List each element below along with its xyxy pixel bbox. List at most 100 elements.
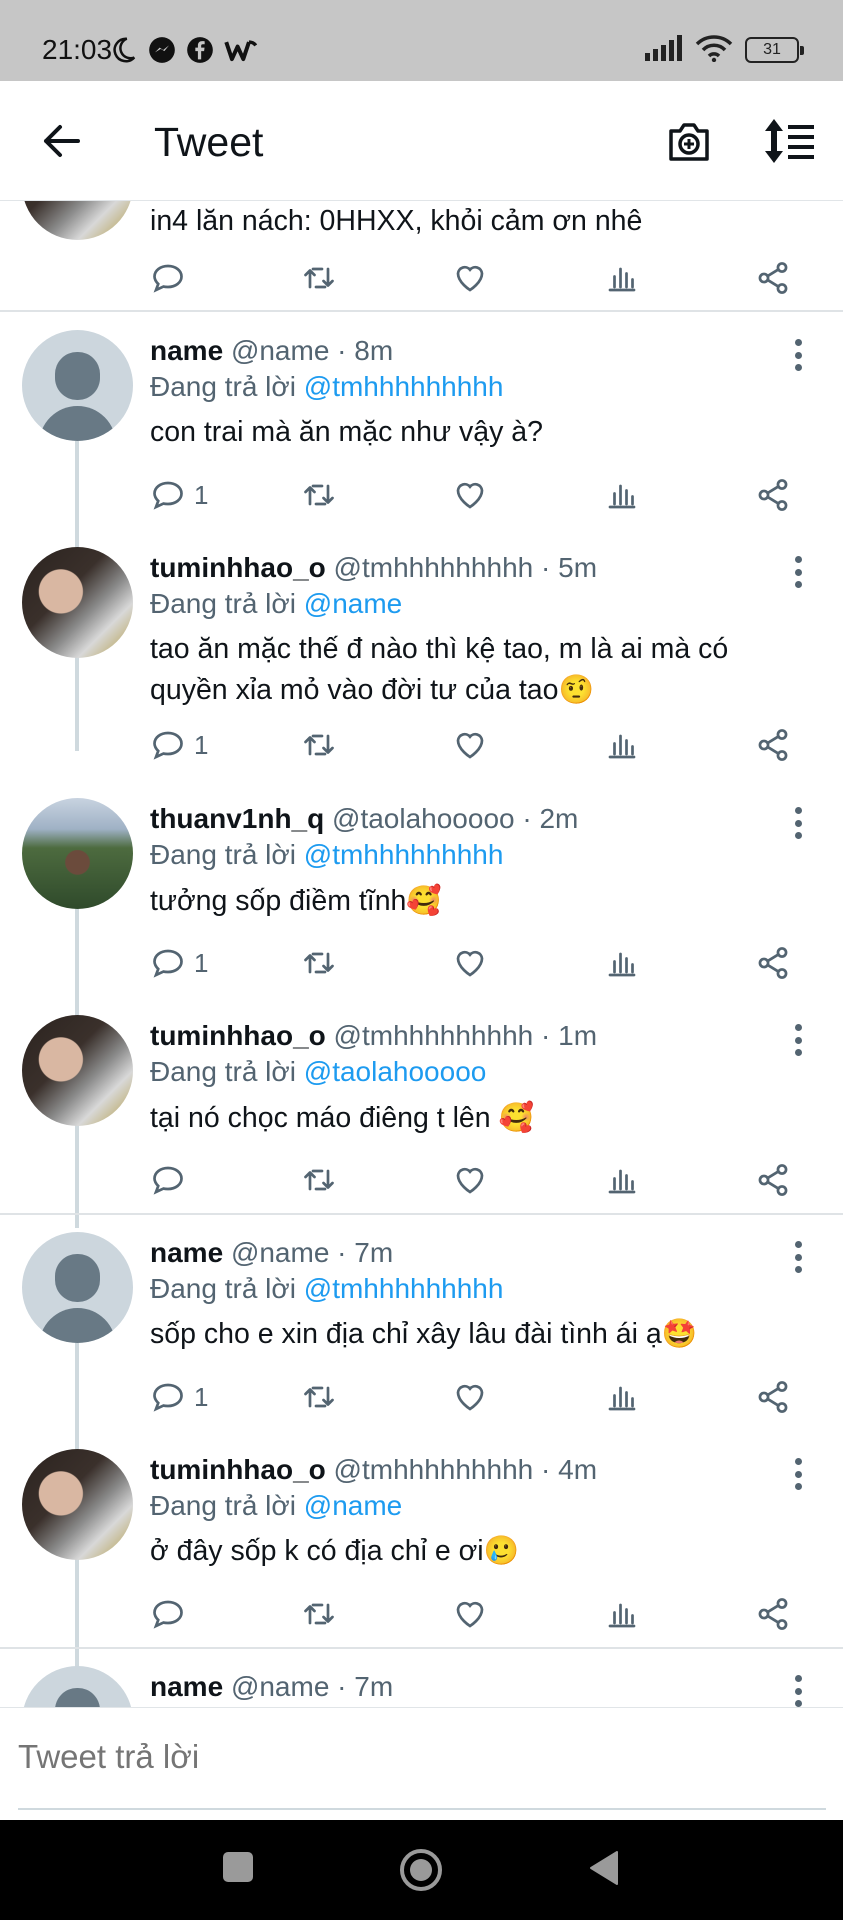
- more-options-icon[interactable]: [790, 1237, 806, 1277]
- reply-context: Đang trả lời @tmhhhhhhhhh: [150, 1273, 503, 1305]
- user-handle[interactable]: @tmhhhhhhhhh: [334, 1454, 534, 1485]
- user-handle[interactable]: @tmhhhhhhhhh: [334, 1020, 534, 1051]
- like-button[interactable]: [452, 1592, 488, 1636]
- more-options-icon[interactable]: [790, 335, 806, 375]
- status-time: 21:03: [42, 34, 113, 65]
- reply-count: 1: [194, 1381, 209, 1412]
- tweet-text: tao ăn mặc thế đ nào thì kệ tao, m là ai…: [150, 633, 729, 706]
- user-handle[interactable]: @name: [231, 335, 329, 366]
- reply-button[interactable]: 1: [150, 473, 208, 517]
- mention-link[interactable]: @name: [304, 588, 402, 619]
- mention-link[interactable]: @tmhhhhhhhhh: [304, 1273, 504, 1304]
- tweet-time: 1m: [558, 1020, 598, 1051]
- avatar[interactable]: [22, 1232, 133, 1343]
- more-options-icon[interactable]: [790, 1020, 806, 1060]
- retweet-button[interactable]: [301, 723, 337, 767]
- tweet-time: 7m: [354, 1237, 394, 1268]
- like-button[interactable]: [452, 723, 488, 767]
- mention-link[interactable]: @taolahooooo: [304, 1056, 487, 1087]
- time-separator: ·: [533, 1020, 559, 1051]
- avatar[interactable]: [22, 330, 133, 441]
- home-circle-icon[interactable]: [398, 1847, 444, 1898]
- share-button[interactable]: [755, 473, 791, 517]
- display-name[interactable]: name: [150, 1671, 223, 1702]
- analytics-button[interactable]: [604, 256, 640, 300]
- mention-link[interactable]: @tmhhhhhhhhh: [304, 839, 504, 870]
- more-options-icon[interactable]: [790, 1454, 806, 1494]
- display-name[interactable]: tuminhhao_o: [150, 1454, 326, 1485]
- reply-context: Đang trả lời @tmhhhhhhhhh: [150, 839, 503, 871]
- reply-prefix: Đang trả lời: [150, 839, 296, 870]
- display-name[interactable]: name: [150, 1237, 223, 1268]
- tweet-actions: 1: [0, 941, 843, 985]
- tweet-time: 7m: [354, 1671, 394, 1702]
- retweet-button[interactable]: [301, 256, 337, 300]
- reply-input[interactable]: [18, 1738, 798, 1776]
- share-button[interactable]: [755, 723, 791, 767]
- avatar[interactable]: [22, 1449, 133, 1560]
- share-button[interactable]: [755, 256, 791, 300]
- camera-plus-icon[interactable]: [665, 117, 713, 165]
- like-button[interactable]: [452, 1158, 488, 1202]
- reply-button[interactable]: 1: [150, 1375, 208, 1419]
- analytics-button[interactable]: [604, 1592, 640, 1636]
- share-button[interactable]: [755, 941, 791, 985]
- reply-button[interactable]: [150, 1158, 194, 1202]
- time-separator: ·: [533, 552, 559, 583]
- more-options-icon[interactable]: [790, 552, 806, 592]
- more-options-icon[interactable]: [790, 1671, 806, 1707]
- divider: [0, 1213, 843, 1215]
- display-name[interactable]: name: [150, 335, 223, 366]
- avatar[interactable]: [22, 201, 133, 240]
- tweet-actions: 1: [0, 723, 843, 767]
- user-handle[interactable]: @tmhhhhhhhhh: [334, 552, 534, 583]
- back-triangle-icon[interactable]: [587, 1850, 621, 1891]
- back-arrow-icon[interactable]: [38, 117, 86, 165]
- analytics-button[interactable]: [604, 473, 640, 517]
- mention-link[interactable]: @tmhhhhhhhhh: [304, 371, 504, 402]
- divider: [0, 310, 843, 312]
- reply-prefix: Đang trả lời: [150, 1273, 296, 1304]
- like-button[interactable]: [452, 941, 488, 985]
- retweet-button[interactable]: [301, 1375, 337, 1419]
- reply-button[interactable]: [150, 1592, 194, 1636]
- reply-button[interactable]: 1: [150, 941, 208, 985]
- share-button[interactable]: [755, 1158, 791, 1202]
- like-button[interactable]: [452, 473, 488, 517]
- recents-square-icon[interactable]: [221, 1850, 255, 1889]
- tweet-actions: 1: [0, 1375, 843, 1419]
- display-name[interactable]: thuanv1nh_q: [150, 803, 324, 834]
- tweet-time: 5m: [558, 552, 598, 583]
- like-button[interactable]: [452, 1375, 488, 1419]
- retweet-button[interactable]: [301, 1592, 337, 1636]
- user-handle[interactable]: @name: [231, 1671, 329, 1702]
- user-handle[interactable]: @taolahooooo: [332, 803, 515, 834]
- more-options-icon[interactable]: [790, 803, 806, 843]
- analytics-button[interactable]: [604, 941, 640, 985]
- time-separator: ·: [533, 1454, 559, 1485]
- share-button[interactable]: [755, 1592, 791, 1636]
- mention-link[interactable]: @name: [304, 1490, 402, 1521]
- retweet-button[interactable]: [301, 473, 337, 517]
- analytics-button[interactable]: [604, 723, 640, 767]
- display-name[interactable]: tuminhhao_o: [150, 1020, 326, 1051]
- avatar[interactable]: [22, 1015, 133, 1126]
- display-name[interactable]: tuminhhao_o: [150, 552, 326, 583]
- analytics-button[interactable]: [604, 1375, 640, 1419]
- retweet-button[interactable]: [301, 941, 337, 985]
- avatar[interactable]: [22, 798, 133, 909]
- reply-button[interactable]: [150, 256, 186, 300]
- reply-button[interactable]: 1: [150, 723, 208, 767]
- reply-context: Đang trả lời @name: [150, 588, 402, 620]
- user-handle[interactable]: @name: [231, 1237, 329, 1268]
- avatar[interactable]: [22, 1666, 133, 1707]
- reply-feed[interactable]: in4 lăn nách: 0HHXX, khỏi cảm ơn nhê nam…: [0, 201, 843, 1707]
- retweet-button[interactable]: [301, 1158, 337, 1202]
- sort-icon[interactable]: [762, 117, 818, 165]
- avatar[interactable]: [22, 547, 133, 658]
- analytics-button[interactable]: [604, 1158, 640, 1202]
- time-separator: ·: [329, 335, 355, 366]
- tweet-actions: 1: [0, 473, 843, 517]
- share-button[interactable]: [755, 1375, 791, 1419]
- like-button[interactable]: [452, 256, 488, 300]
